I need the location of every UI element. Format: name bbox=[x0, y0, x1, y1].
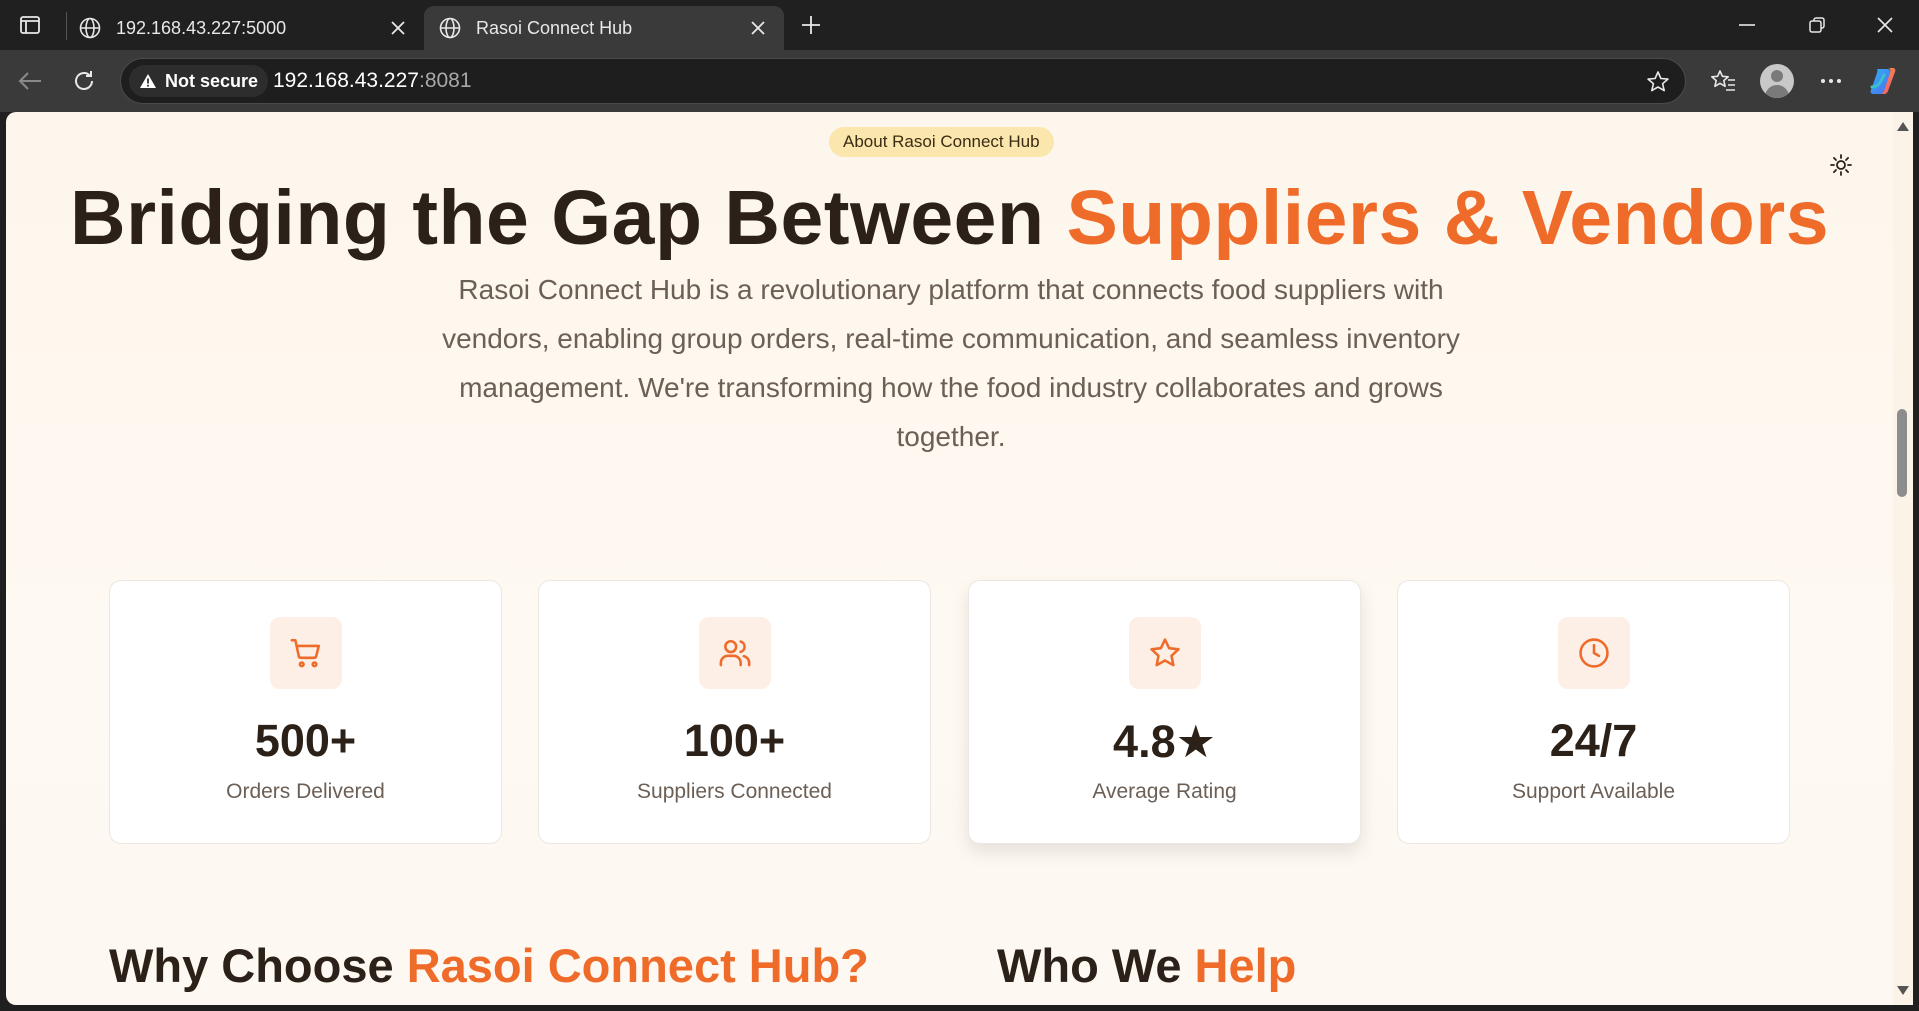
star-icon bbox=[1129, 617, 1201, 689]
users-icon bbox=[699, 617, 771, 689]
close-icon[interactable] bbox=[384, 14, 412, 42]
stat-label: Support Available bbox=[1511, 780, 1676, 803]
page-title-plain: Bridging the Gap Between bbox=[69, 175, 1067, 261]
stat-value: 4.8★ bbox=[1113, 716, 1216, 767]
stat-card-support: 24/7 Support Available bbox=[1397, 580, 1790, 844]
favorites-icon[interactable] bbox=[1703, 62, 1743, 100]
url-text[interactable]: 192.168.43.227:8081 bbox=[273, 59, 472, 103]
url-host: 192.168.43.227 bbox=[273, 69, 419, 92]
scroll-thumb[interactable] bbox=[1897, 409, 1907, 497]
who-we-help-plain: Who We bbox=[997, 939, 1195, 992]
stat-card-orders: 500+ Orders Delivered bbox=[109, 580, 502, 844]
who-we-help-accent: Help bbox=[1194, 939, 1297, 992]
globe-icon bbox=[78, 16, 102, 40]
tab-strip: 192.168.43.227:5000 Rasoi Connect Hub bbox=[0, 0, 1919, 50]
why-choose-plain: Why Choose bbox=[109, 939, 407, 992]
scroll-down-arrow-icon[interactable] bbox=[1897, 986, 1909, 995]
stat-card-suppliers: 100+ Suppliers Connected bbox=[538, 580, 931, 844]
minimize-icon[interactable] bbox=[1712, 4, 1782, 46]
page-scrollbar[interactable] bbox=[1893, 112, 1913, 1005]
tab-title: 192.168.43.227:5000 bbox=[116, 17, 287, 38]
why-choose-heading: Why Choose Rasoi Connect Hub? bbox=[109, 938, 869, 993]
back-icon[interactable] bbox=[10, 62, 50, 100]
why-choose-accent: Rasoi Connect Hub? bbox=[406, 939, 869, 992]
close-icon[interactable] bbox=[744, 14, 772, 42]
tab-actions-icon[interactable] bbox=[14, 10, 46, 40]
security-indicator[interactable]: Not secure bbox=[129, 65, 269, 97]
globe-icon bbox=[438, 16, 462, 40]
address-bar[interactable]: Not secure 192.168.43.227:8081 bbox=[120, 58, 1686, 104]
page-title-accent: Suppliers & Vendors bbox=[1066, 175, 1830, 261]
stats-grid: 500+ Orders Delivered 100+ Suppliers Con… bbox=[109, 580, 1791, 846]
stat-card-rating: 4.8★ Average Rating bbox=[968, 580, 1361, 844]
copilot-icon[interactable] bbox=[1864, 62, 1904, 100]
stat-value: 100+ bbox=[683, 715, 786, 766]
avatar bbox=[1760, 64, 1794, 98]
who-we-help-heading: Who We Help bbox=[997, 938, 1296, 993]
star-icon[interactable] bbox=[1643, 67, 1673, 97]
address-toolbar: Not secure 192.168.43.227:8081 bbox=[0, 50, 1919, 112]
stat-label: Suppliers Connected bbox=[637, 780, 832, 803]
warning-icon bbox=[140, 74, 156, 88]
url-port: :8081 bbox=[418, 69, 472, 92]
stat-label: Orders Delivered bbox=[226, 780, 385, 803]
clock-icon bbox=[1558, 617, 1630, 689]
new-tab-icon[interactable] bbox=[794, 10, 828, 40]
stat-label: Average Rating bbox=[1092, 780, 1237, 803]
window-close-icon[interactable] bbox=[1850, 4, 1919, 46]
tab-active[interactable]: Rasoi Connect Hub bbox=[424, 6, 784, 50]
scroll-up-arrow-icon[interactable] bbox=[1897, 122, 1909, 131]
security-label: Not secure bbox=[165, 70, 259, 91]
hero-description: Rasoi Connect Hub is a revolutionary pla… bbox=[442, 274, 1460, 452]
restore-icon[interactable] bbox=[1782, 4, 1852, 46]
profile-avatar[interactable] bbox=[1757, 62, 1797, 100]
more-icon[interactable] bbox=[1811, 62, 1851, 100]
stat-value: 24/7 bbox=[1549, 715, 1638, 766]
cart-icon bbox=[270, 617, 342, 689]
stat-value: 500+ bbox=[254, 715, 357, 766]
tab-inactive[interactable]: 192.168.43.227:5000 bbox=[64, 6, 424, 50]
page-title: Bridging the Gap Between Suppliers & Ven… bbox=[6, 174, 1893, 263]
about-badge: About Rasoi Connect Hub bbox=[829, 127, 1054, 157]
page-viewport: About Rasoi Connect Hub Bridging the Gap… bbox=[6, 112, 1893, 1005]
reload-icon[interactable] bbox=[64, 62, 104, 100]
tab-title: Rasoi Connect Hub bbox=[476, 17, 633, 38]
